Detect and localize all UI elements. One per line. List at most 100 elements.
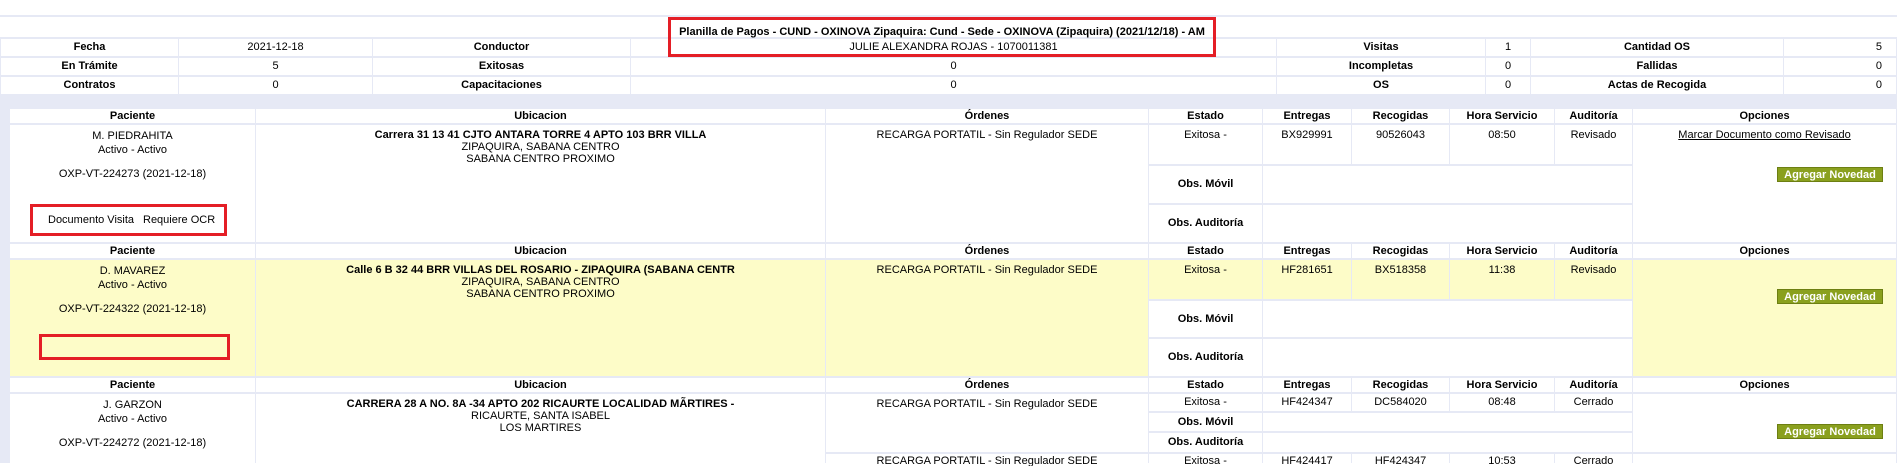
paciente-os: OXP-VT-224272 (2021-12-18) bbox=[58, 437, 207, 449]
estado-cell: Exitosa - bbox=[1149, 125, 1262, 164]
col-ubicacion: Ubicacion bbox=[256, 109, 825, 123]
obs-movil-label: Obs. Móvil bbox=[1149, 413, 1262, 431]
col-paciente: Paciente bbox=[10, 109, 255, 123]
hora-cell: 08:48 bbox=[1450, 394, 1554, 411]
agregar-novedad-button[interactable]: Agregar Novedad bbox=[1777, 424, 1883, 439]
paciente-os: OXP-VT-224322 (2021-12-18) bbox=[58, 303, 207, 315]
hora-cell: 10:53 bbox=[1450, 454, 1554, 466]
obs-auditoria-label: Obs. Auditoría bbox=[1149, 433, 1262, 452]
paciente-status: Activo - Activo bbox=[97, 279, 168, 291]
col-ordenes: Órdenes bbox=[826, 378, 1148, 392]
col-entregas: Entregas bbox=[1263, 378, 1351, 392]
obs-auditoria-label: Obs. Auditoría bbox=[1149, 339, 1262, 376]
incompletas-value: 0 bbox=[1486, 58, 1530, 75]
col-paciente: Paciente bbox=[10, 378, 255, 392]
paciente-name: J. GARZON bbox=[103, 399, 162, 411]
col-entregas: Entregas bbox=[1263, 244, 1351, 258]
auditoria-cell: Revisado bbox=[1555, 260, 1632, 299]
col-auditoria: Auditoría bbox=[1555, 109, 1632, 123]
estado-cell: Exitosa - bbox=[1149, 394, 1262, 411]
col-opciones: Opciones bbox=[1633, 378, 1896, 392]
recogidas-cell: DC584020 bbox=[1352, 394, 1449, 411]
entregas-cell: HF281651 bbox=[1263, 260, 1351, 299]
en-tramite-value: 5 bbox=[179, 58, 372, 75]
paciente-os: OXP-VT-224273 (2021-12-18) bbox=[58, 168, 207, 180]
obs-movil-value bbox=[1263, 166, 1632, 203]
actas-value: 0 bbox=[1784, 77, 1896, 94]
col-recogidas: Recogidas bbox=[1352, 378, 1449, 392]
hora-cell: 11:38 bbox=[1450, 260, 1554, 299]
visitas-value: 1 bbox=[1486, 39, 1530, 56]
marcar-revisado-link[interactable]: Marcar Documento como Revisado bbox=[1678, 129, 1850, 141]
col-opciones: Opciones bbox=[1633, 109, 1896, 123]
col-recogidas: Recogidas bbox=[1352, 244, 1449, 258]
ubicacion-cell: Calle 6 B 32 44 BRR VILLAS DEL ROSARIO -… bbox=[256, 260, 825, 376]
obs-auditoria-label: Obs. Auditoría bbox=[1149, 205, 1262, 242]
ubicacion-line-3: LOS MARTIRES bbox=[499, 422, 582, 434]
col-auditoria: Auditoría bbox=[1555, 244, 1632, 258]
orden-cell: RECARGA PORTATIL - Sin Regulador SEDE bbox=[826, 125, 1148, 242]
col-paciente: Paciente bbox=[10, 244, 255, 258]
capacitaciones-label: Capacitaciones bbox=[373, 77, 630, 94]
col-entregas: Entregas bbox=[1263, 109, 1351, 123]
agregar-novedad-button[interactable]: Agregar Novedad bbox=[1777, 289, 1883, 304]
col-estado: Estado bbox=[1149, 109, 1262, 123]
col-opciones: Opciones bbox=[1633, 244, 1896, 258]
recogidas-cell: HF424347 bbox=[1352, 454, 1449, 466]
col-auditoria: Auditoría bbox=[1555, 378, 1632, 392]
contratos-value: 0 bbox=[179, 77, 372, 94]
estado-cell: Exitosa - bbox=[1149, 454, 1262, 466]
paciente-status: Activo - Activo bbox=[97, 144, 168, 156]
auditoria-cell: Cerrado bbox=[1555, 454, 1632, 466]
cantidad-os-value: 5 bbox=[1784, 39, 1896, 56]
left-edge bbox=[0, 109, 9, 463]
contratos-label: Contratos bbox=[1, 77, 178, 94]
col-hora: Hora Servicio bbox=[1450, 109, 1554, 123]
opciones-cell: Marcar Documento como Revisado bbox=[1633, 125, 1896, 242]
ubicacion-line-3: SABANA CENTRO PROXIMO bbox=[466, 153, 615, 165]
paciente-name: M. PIEDRAHITA bbox=[92, 130, 173, 142]
agregar-novedad-button[interactable]: Agregar Novedad bbox=[1777, 167, 1883, 182]
col-hora: Hora Servicio bbox=[1450, 378, 1554, 392]
col-estado: Estado bbox=[1149, 244, 1262, 258]
col-estado: Estado bbox=[1149, 378, 1262, 392]
paciente-name: D. MAVAREZ bbox=[99, 265, 166, 277]
capacitaciones-value: 0 bbox=[631, 77, 1276, 94]
ubicacion-line-2: ZIPAQUIRA, SABANA CENTRO bbox=[461, 276, 620, 288]
fallidas-value: 0 bbox=[1784, 58, 1896, 75]
ubicacion-line-1: Carrera 31 13 41 CJTO ANTARA TORRE 4 APT… bbox=[374, 129, 707, 141]
requiere-ocr-link[interactable]: Requiere OCR bbox=[143, 214, 215, 226]
cantidad-os-label: Cantidad OS bbox=[1531, 39, 1783, 56]
fecha-value: 2021-12-18 bbox=[179, 39, 372, 56]
os-value: 0 bbox=[1486, 77, 1530, 94]
col-ordenes: Órdenes bbox=[826, 109, 1148, 123]
en-tramite-label: En Trámite bbox=[1, 58, 178, 75]
opciones-cell bbox=[1633, 260, 1896, 376]
col-ubicacion: Ubicacion bbox=[256, 378, 825, 392]
documento-visita-link[interactable]: Documento Visita bbox=[48, 214, 134, 226]
col-ordenes: Órdenes bbox=[826, 244, 1148, 258]
page-title: Planilla de Pagos - CUND - OXINOVA Zipaq… bbox=[679, 26, 1205, 38]
col-hora: Hora Servicio bbox=[1450, 244, 1554, 258]
opciones-cell bbox=[1633, 394, 1896, 452]
exitosas-label: Exitosas bbox=[373, 58, 630, 75]
ubicacion-line-1: Calle 6 B 32 44 BRR VILLAS DEL ROSARIO -… bbox=[346, 264, 735, 276]
incompletas-label: Incompletas bbox=[1277, 58, 1485, 75]
obs-auditoria-value bbox=[1263, 339, 1632, 376]
entregas-cell: HF424417 bbox=[1263, 454, 1351, 466]
visitas-label: Visitas bbox=[1277, 39, 1485, 56]
obs-auditoria-value bbox=[1263, 433, 1632, 452]
auditoria-cell: Cerrado bbox=[1555, 394, 1632, 411]
obs-movil-label: Obs. Móvil bbox=[1149, 166, 1262, 203]
fallidas-label: Fallidas bbox=[1531, 58, 1783, 75]
ubicacion-cell: Carrera 31 13 41 CJTO ANTARA TORRE 4 APT… bbox=[256, 125, 825, 242]
ubicacion-line-3: SABANA CENTRO PROXIMO bbox=[466, 288, 615, 300]
recogidas-cell: BX518358 bbox=[1352, 260, 1449, 299]
orden-cell: RECARGA PORTATIL - Sin Regulador SEDE bbox=[826, 260, 1148, 376]
ubicacion-line-2: RICAURTE, SANTA ISABEL bbox=[471, 410, 610, 422]
obs-auditoria-value bbox=[1263, 205, 1632, 242]
fecha-label: Fecha bbox=[1, 39, 178, 56]
orden-cell: RECARGA PORTATIL - Sin Regulador SEDE bbox=[826, 454, 1148, 466]
opciones-cell bbox=[1633, 454, 1896, 466]
ubicacion-line-1: CARRERA 28 A NO. 8A -34 APTO 202 RICAURT… bbox=[346, 398, 735, 410]
